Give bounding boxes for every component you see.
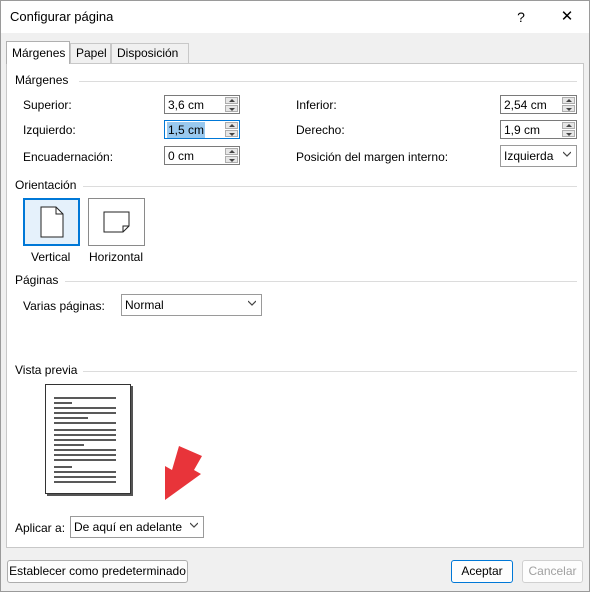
spin-down-icon[interactable] bbox=[225, 156, 238, 163]
left-margin-spinner[interactable]: 1,5 cm bbox=[164, 120, 240, 139]
apply-to-label: Aplicar a: bbox=[15, 521, 66, 535]
right-margin-label: Derecho: bbox=[296, 123, 345, 137]
landscape-label: Horizontal bbox=[89, 250, 144, 264]
orientation-divider bbox=[83, 186, 577, 187]
red-arrow-icon bbox=[165, 446, 202, 500]
portrait-page-icon bbox=[40, 206, 64, 238]
portrait-label: Vertical bbox=[31, 250, 71, 264]
spin-down-icon[interactable] bbox=[225, 105, 238, 112]
tab-margins[interactable]: Márgenes bbox=[6, 41, 70, 64]
top-margin-value[interactable]: 3,6 cm bbox=[168, 97, 204, 113]
landscape-button[interactable] bbox=[88, 198, 145, 246]
top-margin-spinner[interactable]: 3,6 cm bbox=[164, 95, 240, 114]
portrait-button[interactable] bbox=[23, 198, 80, 246]
bottom-margin-spinner[interactable]: 2,54 cm bbox=[500, 95, 577, 114]
right-margin-value[interactable]: 1,9 cm bbox=[504, 122, 540, 138]
preview-section-title: Vista previa bbox=[15, 363, 78, 377]
right-margin-spinner[interactable]: 1,9 cm bbox=[500, 120, 577, 139]
preview-divider bbox=[83, 371, 577, 372]
top-margin-label: Superior: bbox=[23, 98, 72, 112]
margins-divider bbox=[79, 81, 577, 82]
landscape-page-icon bbox=[103, 211, 130, 233]
spin-up-icon[interactable] bbox=[562, 97, 575, 104]
dialog-title: Configurar página bbox=[10, 9, 114, 24]
pages-section-title: Páginas bbox=[15, 273, 59, 287]
close-button[interactable]: ✕ bbox=[553, 6, 581, 28]
pages-divider bbox=[65, 281, 577, 282]
bottom-margin-label: Inferior: bbox=[296, 98, 337, 112]
gutter-position-label: Posición del margen interno: bbox=[296, 150, 449, 164]
orientation-section-title: Orientación bbox=[15, 178, 77, 192]
spin-down-icon[interactable] bbox=[562, 130, 575, 137]
spin-up-icon[interactable] bbox=[225, 122, 238, 129]
apply-to-select[interactable]: De aquí en adelante bbox=[70, 516, 204, 538]
title-bar: Configurar página ? ✕ bbox=[1, 1, 589, 33]
left-margin-value[interactable]: 1,5 cm bbox=[167, 122, 206, 138]
accept-button[interactable]: Aceptar bbox=[451, 560, 513, 583]
tab-layout[interactable]: Disposición bbox=[111, 43, 189, 63]
page-setup-dialog: Configurar página ? ✕ Márgenes Papel Dis… bbox=[0, 0, 590, 592]
margins-section-title: Márgenes bbox=[15, 73, 69, 87]
preview-page-thumbnail bbox=[45, 384, 131, 494]
chevron-down-icon[interactable] bbox=[190, 521, 198, 529]
cancel-button[interactable]: Cancelar bbox=[522, 560, 583, 583]
help-button[interactable]: ? bbox=[509, 6, 533, 28]
gutter-position-select[interactable]: Izquierda bbox=[500, 145, 577, 167]
chevron-down-icon[interactable] bbox=[248, 299, 256, 307]
tab-panel: Márgenes Superior: 3,6 cm Inferior: 2,54… bbox=[6, 63, 584, 548]
tab-paper[interactable]: Papel bbox=[70, 43, 111, 63]
spin-up-icon[interactable] bbox=[225, 97, 238, 104]
spin-up-icon[interactable] bbox=[562, 122, 575, 129]
spin-down-icon[interactable] bbox=[562, 105, 575, 112]
preview-text-lines bbox=[54, 397, 116, 483]
multiple-pages-label: Varias páginas: bbox=[23, 299, 105, 313]
multiple-pages-select[interactable]: Normal bbox=[121, 294, 262, 316]
left-margin-label: Izquierdo: bbox=[23, 123, 76, 137]
gutter-label: Encuadernación: bbox=[23, 150, 114, 164]
set-as-default-button[interactable]: Establecer como predeterminado bbox=[7, 560, 188, 583]
multiple-pages-value[interactable]: Normal bbox=[125, 298, 164, 312]
apply-to-value[interactable]: De aquí en adelante bbox=[74, 520, 182, 534]
spin-down-icon[interactable] bbox=[225, 130, 238, 137]
gutter-value[interactable]: 0 cm bbox=[168, 148, 194, 164]
bottom-margin-value[interactable]: 2,54 cm bbox=[504, 97, 547, 113]
gutter-position-value[interactable]: Izquierda bbox=[504, 149, 553, 163]
spin-up-icon[interactable] bbox=[225, 148, 238, 155]
gutter-spinner[interactable]: 0 cm bbox=[164, 146, 240, 165]
chevron-down-icon[interactable] bbox=[563, 150, 571, 158]
